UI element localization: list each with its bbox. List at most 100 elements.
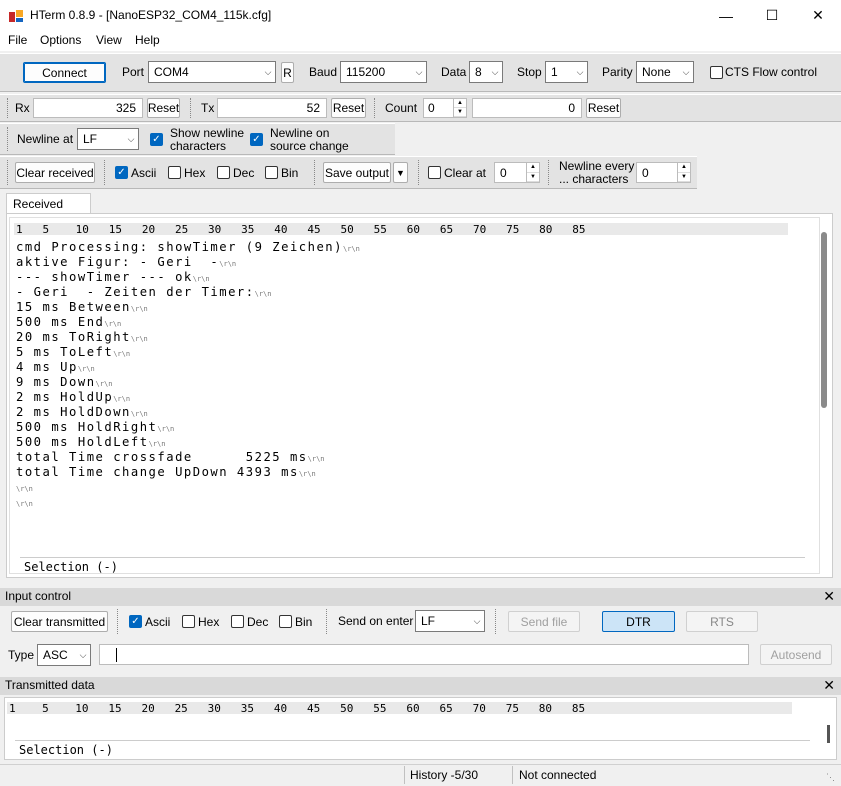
- rx-hex-checkbox[interactable]: [168, 166, 181, 179]
- toolbar-grip[interactable]: [495, 609, 498, 634]
- clear-received-button[interactable]: Clear received: [15, 162, 95, 183]
- parity-label: Parity: [602, 65, 633, 79]
- close-icon[interactable]: ✕: [823, 677, 835, 694]
- save-output-button[interactable]: Save output: [323, 162, 391, 183]
- toolbar-grip[interactable]: [548, 160, 551, 185]
- toolbar-grip[interactable]: [104, 160, 107, 185]
- clear-transmitted-button[interactable]: Clear transmitted: [11, 611, 108, 632]
- show-newline-checkbox[interactable]: ✓: [150, 133, 163, 146]
- menu-options[interactable]: Options: [40, 33, 81, 47]
- received-scrollbar-thumb[interactable]: [821, 232, 827, 408]
- rx-bin-checkbox[interactable]: [265, 166, 278, 179]
- newline-marker: \r\n: [77, 365, 95, 373]
- close-icon[interactable]: ✕: [823, 588, 835, 605]
- input-control-header: Input control ✕: [0, 588, 841, 606]
- stop-bits-select[interactable]: 1 ⌵: [545, 61, 588, 83]
- received-line-text: cmd Processing: showTimer (9 Zeichen): [16, 240, 343, 254]
- parity-select[interactable]: None ⌵: [636, 61, 694, 83]
- menu-bar: [0, 31, 841, 51]
- resize-grip-icon[interactable]: ⋱: [826, 772, 835, 783]
- received-line-text: - Geri - Zeiten der Timer:: [16, 285, 255, 299]
- rts-toggle[interactable]: RTS: [686, 611, 758, 632]
- newline-marker: \r\n: [113, 395, 131, 403]
- dtr-toggle[interactable]: DTR: [602, 611, 675, 632]
- text-cursor: [116, 648, 117, 662]
- tx-bin-checkbox[interactable]: [279, 615, 292, 628]
- toolbar-grip[interactable]: [7, 98, 10, 118]
- received-line-text: 500 ms HoldRight: [16, 420, 158, 434]
- title-bar: HTerm 0.8.9 - [NanoESP32_COM4_115k.cfg] …: [0, 0, 841, 31]
- clear-at-input[interactable]: 0 ▲ ▼: [494, 162, 540, 183]
- toolbar-grip[interactable]: [418, 160, 421, 185]
- toolbar-grip[interactable]: [314, 160, 317, 185]
- menu-view[interactable]: View: [96, 33, 122, 47]
- newline-marker: \r\n: [95, 380, 113, 388]
- rx-reset-button[interactable]: Reset: [147, 98, 180, 118]
- close-window-button[interactable]: ✕: [795, 0, 841, 31]
- baud-select[interactable]: 115200 ⌵: [340, 61, 427, 83]
- toolbar-grip[interactable]: [326, 609, 329, 634]
- newline-every-input[interactable]: 0 ▲ ▼: [636, 162, 691, 183]
- clear-at-label: Clear at: [444, 166, 487, 180]
- chevron-down-icon: ⌵: [576, 66, 584, 77]
- port-select[interactable]: COM4 ⌵: [148, 61, 276, 83]
- menu-file[interactable]: File: [8, 33, 27, 47]
- divider: [404, 766, 405, 784]
- save-output-dropdown[interactable]: ▼: [393, 162, 408, 183]
- cts-flow-checkbox[interactable]: [710, 66, 723, 79]
- newline-marker: \r\n: [104, 320, 122, 328]
- newline-at-select[interactable]: LF ⌵: [77, 128, 139, 150]
- rx-ascii-checkbox[interactable]: ✓: [115, 166, 128, 179]
- show-newline-label: Show newline characters: [170, 126, 245, 153]
- newline-source-change-checkbox[interactable]: ✓: [250, 133, 263, 146]
- refresh-ports-button[interactable]: R: [281, 62, 294, 83]
- minimize-button[interactable]: —: [703, 0, 749, 31]
- received-line-text: 2 ms HoldUp: [16, 390, 114, 404]
- tx-hex-label: Hex: [198, 615, 220, 629]
- connection-status: Not connected: [519, 768, 597, 782]
- toolbar-grip[interactable]: [7, 160, 10, 185]
- app-icon: [9, 10, 23, 22]
- chevron-down-icon: ⌵: [491, 66, 499, 77]
- transmitted-scrollbar-thumb[interactable]: [827, 725, 830, 743]
- data-bits-select[interactable]: 8 ⌵: [469, 61, 503, 83]
- rx-label: Rx: [15, 101, 30, 115]
- maximize-button[interactable]: ☐: [749, 0, 795, 31]
- rx-dec-checkbox[interactable]: [217, 166, 230, 179]
- tx-ascii-checkbox[interactable]: ✓: [129, 615, 142, 628]
- rx-bin-label: Bin: [281, 166, 299, 180]
- type-select[interactable]: ASC ⌵: [37, 644, 91, 666]
- newline-marker: \r\n: [192, 275, 210, 283]
- send-file-button[interactable]: Send file: [508, 611, 580, 632]
- received-line-text: 2 ms HoldDown: [16, 405, 131, 419]
- divider: [15, 740, 810, 741]
- rx-count-field: 325: [33, 98, 143, 118]
- toolbar-grip[interactable]: [190, 98, 193, 118]
- count-reset-button[interactable]: Reset: [586, 98, 621, 118]
- toolbar-grip[interactable]: [7, 127, 10, 151]
- chevron-down-icon: ⌵: [127, 133, 135, 144]
- autosend-button[interactable]: Autosend: [760, 644, 832, 665]
- toolbar-grip[interactable]: [374, 98, 377, 118]
- newline-marker: \r\n: [157, 425, 175, 433]
- cts-flow-label: CTS Flow control: [725, 65, 818, 79]
- newline-marker: \r\n: [343, 245, 360, 253]
- tx-hex-checkbox[interactable]: [182, 615, 195, 628]
- tab-received-data[interactable]: Received Data: [6, 193, 91, 225]
- toolbar-grip[interactable]: [117, 609, 120, 634]
- stop-bits-label: Stop: [517, 65, 542, 79]
- newline-marker: \r\n: [254, 290, 272, 298]
- tx-reset-button[interactable]: Reset: [331, 98, 366, 118]
- received-line-text: aktive Figur: - Geri -: [16, 255, 220, 269]
- rx-hex-label: Hex: [184, 166, 206, 180]
- count-value-field: 0: [472, 98, 582, 118]
- transmit-input[interactable]: [99, 644, 749, 665]
- menu-help[interactable]: Help: [135, 33, 160, 47]
- newline-every-label: Newline every... characters: [559, 159, 635, 186]
- clear-at-checkbox[interactable]: [428, 166, 441, 179]
- count-input[interactable]: 0 ▲ ▼: [423, 98, 467, 118]
- newline-marker: \r\n: [307, 455, 325, 463]
- send-on-enter-select[interactable]: LF ⌵: [415, 610, 485, 632]
- connect-button[interactable]: Connect: [23, 62, 106, 83]
- tx-dec-checkbox[interactable]: [231, 615, 244, 628]
